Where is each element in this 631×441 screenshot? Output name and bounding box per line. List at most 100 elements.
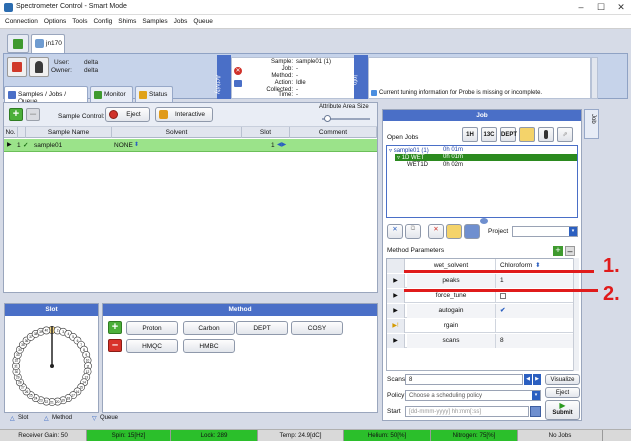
expand-arrow-icon[interactable]: ▶ <box>387 274 405 288</box>
method-carbon-button[interactable]: Carbon <box>183 321 235 335</box>
add-sample-button[interactable]: + <box>9 108 23 121</box>
col-comment[interactable]: Comment <box>290 127 377 138</box>
job-side-tab[interactable]: Job <box>584 109 599 139</box>
menu-options[interactable]: Options <box>41 15 69 25</box>
activity-bar[interactable]: Activity <box>214 55 231 99</box>
interactive-button[interactable]: Interactive <box>155 107 213 122</box>
info-bar[interactable]: Info <box>351 55 368 99</box>
policy-select[interactable]: Choose a scheduling policy <box>405 390 541 401</box>
table-row[interactable]: ▶ 1 ✓ sample01 NONE ⬍ 1 ◀▶ <box>4 139 377 152</box>
policy-dropdown-icon[interactable]: ▾ <box>532 391 540 400</box>
splitter-handle[interactable] <box>480 218 488 224</box>
menu-jobs[interactable]: Jobs <box>171 15 191 25</box>
dept-icon[interactable]: DEPT <box>500 127 517 142</box>
method-proton-button[interactable]: Proton <box>126 321 178 335</box>
chart-folder-icon[interactable] <box>519 127 535 142</box>
col-sample-name[interactable]: Sample Name <box>26 127 112 138</box>
slot-arrows-icon[interactable]: ◀▶ <box>277 139 286 152</box>
add-param-icon[interactable]: + <box>553 246 563 256</box>
copy-icon[interactable]: ⧉ <box>405 224 421 239</box>
tree-job-item[interactable]: ▿ 1D WET 0h 01m <box>395 154 577 161</box>
remove-param-icon[interactable]: – <box>565 246 575 256</box>
param-value[interactable]: 8 <box>495 334 577 348</box>
h1-icon[interactable]: 1H <box>462 127 478 142</box>
slot-number: 26 <box>25 390 29 394</box>
param-row-autogain[interactable]: ▶ autogain ✔ <box>387 304 577 318</box>
expand-arrow-icon[interactable]: ▶ <box>387 304 405 318</box>
menu-shims[interactable]: Shims <box>115 15 139 25</box>
eject-job-button[interactable]: Eject <box>545 387 580 398</box>
calendar-icon[interactable] <box>530 406 541 417</box>
submit-button[interactable]: ▶ Submit <box>545 400 580 420</box>
slot-number: 18 <box>67 396 71 400</box>
open-jobs-tree[interactable]: ▿ sample01 (1) 0h 01m ▿ 1D WET 0h 01m WET… <box>386 145 578 218</box>
bottom-tab-method[interactable]: Method <box>52 415 72 421</box>
message-panel: Current tuning information for Probe is … <box>368 57 591 99</box>
user-tab[interactable]: jn170 <box>31 34 65 53</box>
row-solvent[interactable]: NONE <box>114 139 133 152</box>
row-slot[interactable]: 1 <box>271 139 275 152</box>
visualize-button[interactable]: Visualize <box>545 374 580 385</box>
delete-icon[interactable]: ✕ <box>428 224 444 239</box>
bottom-tab-queue[interactable]: Queue <box>100 415 118 421</box>
status-helium: Helium: 50[%] <box>344 430 431 441</box>
add-method-button[interactable]: + <box>108 321 122 334</box>
tab-monitor[interactable]: Monitor <box>90 86 133 102</box>
scans-right-icon[interactable]: ▶ <box>533 374 541 385</box>
method-dept-button[interactable]: DEPT <box>236 321 288 335</box>
sample-carousel[interactable]: 1234567891011121314151617181920212223242… <box>5 316 100 412</box>
param-row-scans[interactable]: ▶ scans 8 <box>387 334 577 348</box>
new-user-tab-button[interactable] <box>7 34 29 53</box>
param-value[interactable]: ✔ <box>495 304 577 318</box>
c13-icon[interactable]: 13C <box>481 127 497 142</box>
method-cosy-button[interactable]: COSY <box>291 321 343 335</box>
param-row-rgain[interactable]: ▶! rgain <box>387 319 577 333</box>
param-value[interactable]: 1 <box>495 274 577 288</box>
solvent-spinner-icon[interactable]: ⬍ <box>535 262 540 269</box>
col-slot[interactable]: Slot <box>242 127 290 138</box>
method-hmbc-button[interactable]: HMBC <box>183 339 235 353</box>
param-value[interactable] <box>495 319 577 333</box>
menu-queue[interactable]: Queue <box>190 15 216 25</box>
menu-samples[interactable]: Samples <box>139 15 170 25</box>
logout-button[interactable] <box>7 57 27 77</box>
param-row-peaks[interactable]: ▶ peaks 1 <box>387 274 577 288</box>
save-icon[interactable] <box>464 224 480 239</box>
row-sample-name[interactable]: sample01 <box>34 139 62 152</box>
close-button[interactable]: ✕ <box>611 1 631 13</box>
tube-icon[interactable] <box>538 127 554 142</box>
tab-samples-jobs-queue[interactable]: Samples / Jobs / Queue <box>4 86 88 105</box>
scans-left-icon[interactable]: ◀ <box>524 374 532 385</box>
message-scrollbar[interactable] <box>591 57 598 99</box>
user-button[interactable] <box>29 57 49 77</box>
open-folder-icon[interactable] <box>446 224 462 239</box>
col-no[interactable]: No. <box>4 127 18 138</box>
method-hmqc-button[interactable]: HMQC <box>126 339 178 353</box>
maximize-button[interactable]: ☐ <box>591 1 611 13</box>
start-input[interactable]: [dd-mmm-yyyy] hh:mm[:ss] <box>405 406 529 417</box>
col-solvent[interactable]: Solvent <box>112 127 242 138</box>
remove-method-button[interactable]: – <box>108 339 122 352</box>
project-dropdown-icon[interactable]: ▾ <box>569 227 577 236</box>
menu-connection[interactable]: Connection <box>0 15 41 25</box>
params-scrollbar[interactable] <box>573 258 579 371</box>
solvent-spinner-icon[interactable]: ⬍ <box>134 139 139 152</box>
expand-arrow-icon[interactable]: ▶ <box>387 289 405 303</box>
menu-config[interactable]: Config <box>90 15 115 25</box>
menu-tools[interactable]: Tools <box>69 15 90 25</box>
tree-wet1d-item[interactable]: WET1D <box>407 162 428 168</box>
tree-sample-item[interactable]: ▿ sample01 (1) <box>389 147 429 154</box>
expand-arrow-icon[interactable]: ▶ <box>387 334 405 348</box>
eject-button[interactable]: Eject <box>105 107 150 122</box>
tools-icon[interactable]: ✕ <box>387 224 403 239</box>
attribute-area-slider-handle[interactable] <box>324 115 331 122</box>
tab-status-label: Status <box>149 91 168 98</box>
tab-status[interactable]: Status <box>135 86 173 102</box>
minimize-button[interactable]: – <box>571 1 591 13</box>
bottom-tab-slot[interactable]: Slot <box>18 415 28 421</box>
force-tune-checkbox[interactable] <box>500 293 506 299</box>
disabled-tool-icon[interactable]: ⇗ <box>557 127 573 142</box>
autogain-checkbox[interactable]: ✔ <box>500 307 505 314</box>
scans-input[interactable]: 8 <box>405 374 523 385</box>
remove-sample-button[interactable]: – <box>26 108 40 121</box>
